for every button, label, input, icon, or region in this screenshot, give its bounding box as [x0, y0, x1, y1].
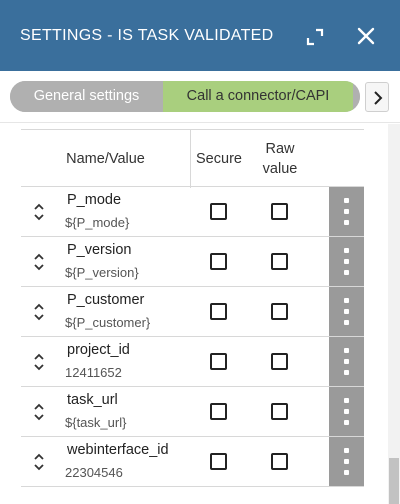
parameter-name: webinterface_id [67, 442, 169, 458]
row-menu-button[interactable] [329, 387, 364, 436]
more-vertical-dot [344, 270, 349, 275]
drag-handle-icon[interactable] [32, 301, 46, 323]
raw-value-checkbox[interactable] [271, 403, 288, 420]
more-vertical-dot [344, 359, 349, 364]
more-vertical-icon [344, 348, 349, 353]
table-row: project_id 12411652 [21, 337, 364, 387]
more-vertical-dot [344, 220, 349, 225]
raw-value-checkbox[interactable] [271, 253, 288, 270]
tab-call-a-connector[interactable]: Call a connector/CAPI [163, 81, 353, 112]
secure-checkbox[interactable] [210, 453, 227, 470]
row-menu-button[interactable] [329, 237, 364, 286]
secure-checkbox[interactable] [210, 253, 227, 270]
parameter-value: 22304546 [65, 465, 123, 480]
more-vertical-icon [344, 448, 349, 453]
dialog-header: SETTINGS - IS TASK VALIDATED [0, 0, 400, 71]
drag-handle-icon[interactable] [32, 351, 46, 373]
drag-handle-icon[interactable] [32, 401, 46, 423]
table-row: webinterface_id 22304546 [21, 437, 364, 487]
column-header-raw-value: Raw value [262, 141, 298, 177]
secure-checkbox[interactable] [210, 203, 227, 220]
drag-handle-icon[interactable] [32, 251, 46, 273]
row-menu-button[interactable] [329, 337, 364, 386]
raw-value-checkbox[interactable] [271, 353, 288, 370]
parameter-name: task_url [67, 392, 118, 408]
column-header-name-value: Name/Value [21, 130, 191, 188]
row-menu-button[interactable] [329, 437, 364, 486]
parameter-value: ${P_version} [65, 265, 139, 280]
raw-value-checkbox[interactable] [271, 453, 288, 470]
scrollbar[interactable] [388, 124, 400, 504]
table-row: P_mode ${P_mode} [21, 187, 364, 237]
expand-icon[interactable] [304, 26, 326, 48]
tabs-bar: General settings Call a connector/CAPI [0, 71, 400, 123]
raw-value-checkbox[interactable] [271, 203, 288, 220]
table-row: P_customer ${P_customer} [21, 287, 364, 337]
drag-handle-icon[interactable] [32, 451, 46, 473]
table-body: P_mode ${P_mode} P_version ${P_version} P_cu… [21, 187, 364, 487]
parameter-value: 12411652 [65, 365, 122, 380]
parameter-name: P_version [67, 242, 132, 258]
more-vertical-dot [344, 259, 349, 264]
more-vertical-dot [344, 470, 349, 475]
parameters-panel: Name/Value Secure Raw value P_mode ${P_mo… [0, 124, 400, 504]
scrollbar-thumb[interactable] [389, 458, 399, 504]
parameter-name: P_mode [67, 192, 122, 208]
more-vertical-icon [344, 298, 349, 303]
table-row: task_url ${task_url} [21, 387, 364, 437]
more-vertical-dot [344, 209, 349, 214]
chevron-right-icon [374, 91, 383, 105]
more-vertical-icon [344, 398, 349, 403]
tabs-track: General settings Call a connector/CAPI [10, 81, 360, 112]
close-icon[interactable] [354, 24, 378, 48]
parameter-name: P_customer [67, 292, 145, 308]
drag-handle-icon[interactable] [32, 201, 46, 223]
more-vertical-dot [344, 370, 349, 375]
more-vertical-dot [344, 459, 349, 464]
secure-checkbox[interactable] [210, 303, 227, 320]
column-header-secure: Secure [196, 151, 242, 167]
row-menu-button[interactable] [329, 187, 364, 236]
tabs-next-button[interactable] [365, 82, 389, 112]
parameters-table: Name/Value Secure Raw value P_mode ${P_mo… [21, 129, 364, 487]
table-row: P_version ${P_version} [21, 237, 364, 287]
table-header: Name/Value Secure Raw value [21, 129, 364, 188]
more-vertical-dot [344, 420, 349, 425]
more-vertical-icon [344, 248, 349, 253]
parameter-name: project_id [67, 342, 130, 358]
secure-checkbox[interactable] [210, 403, 227, 420]
parameter-value: ${task_url} [65, 415, 127, 430]
dialog-title: SETTINGS - IS TASK VALIDATED [20, 27, 274, 44]
more-vertical-dot [344, 320, 349, 325]
parameter-value: ${P_mode} [65, 215, 130, 230]
tab-overflow-strip [353, 81, 360, 112]
raw-value-checkbox[interactable] [271, 303, 288, 320]
secure-checkbox[interactable] [210, 353, 227, 370]
more-vertical-dot [344, 409, 349, 414]
tab-general-settings[interactable]: General settings [10, 81, 163, 112]
more-vertical-dot [344, 309, 349, 314]
parameter-value: ${P_customer} [65, 315, 151, 330]
row-menu-button[interactable] [329, 287, 364, 336]
more-vertical-icon [344, 198, 349, 203]
